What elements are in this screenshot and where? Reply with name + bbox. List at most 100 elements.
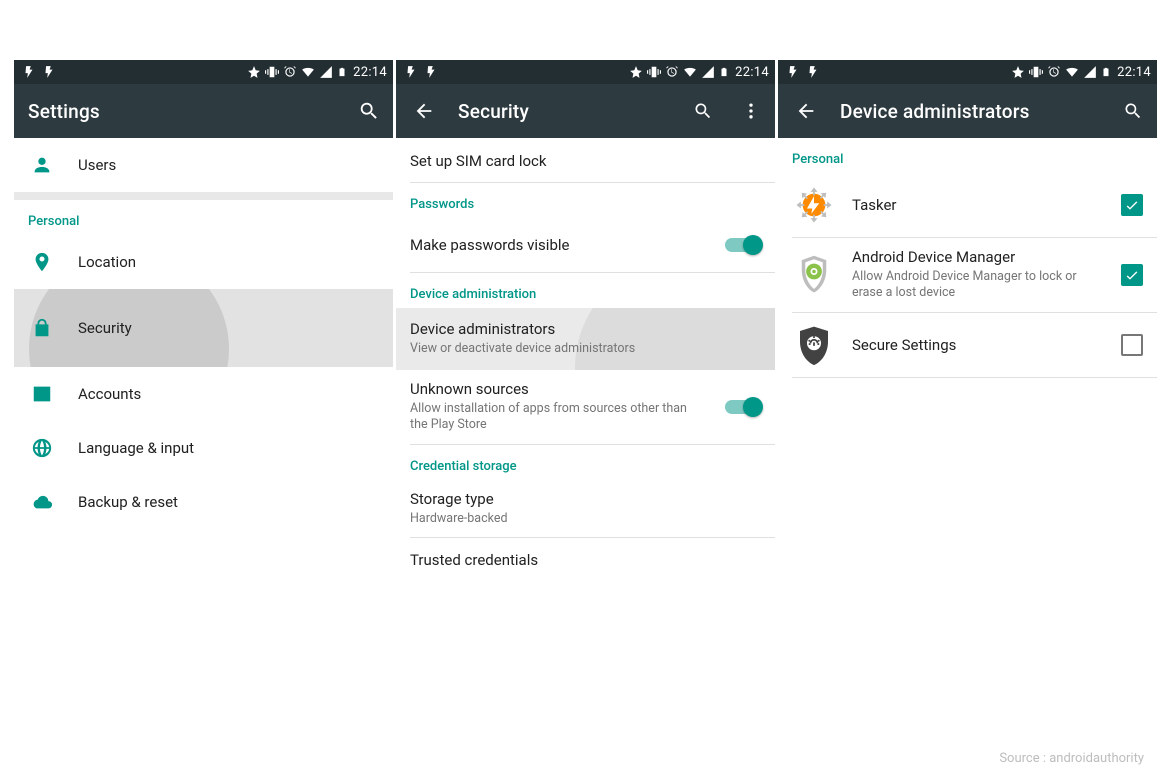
battery-icon (1101, 65, 1111, 79)
status-bar: 22:14 (14, 60, 393, 84)
checkbox-secure-settings[interactable] (1121, 334, 1143, 356)
overflow-button[interactable] (737, 97, 765, 125)
checkbox-adm[interactable] (1121, 264, 1143, 286)
section-header-personal: Personal (778, 138, 1157, 173)
label: Language & input (78, 439, 379, 457)
section-header-personal: Personal (14, 200, 393, 235)
settings-item-language[interactable]: Language & input (14, 421, 393, 475)
label: Trusted credentials (410, 551, 761, 569)
alarm-icon (665, 65, 679, 79)
label: Tasker (852, 196, 1105, 214)
arrow-back-icon (413, 100, 435, 122)
sublabel: Hardware-backed (410, 511, 761, 527)
switch-unknown-sources[interactable] (725, 397, 761, 417)
more-vert-icon (741, 101, 761, 121)
star-icon (1011, 65, 1025, 79)
admin-item-tasker[interactable]: Tasker (778, 173, 1157, 237)
divider (792, 377, 1157, 378)
settings-item-location[interactable]: Location (14, 235, 393, 289)
settings-item-security[interactable]: Security (14, 289, 393, 367)
signal-icon (319, 65, 333, 79)
search-button[interactable] (355, 97, 383, 125)
status-bar: 22:14 (778, 60, 1157, 84)
vibrate-icon (265, 65, 279, 79)
label: Users (78, 156, 379, 174)
section-header-credential: Credential storage (396, 445, 775, 480)
globe-icon (31, 437, 53, 459)
label: Android Device Manager (852, 248, 1105, 266)
item-unknown-sources[interactable]: Unknown sources Allow installation of ap… (396, 370, 775, 444)
screen-settings: 22:14 Settings Users Personal Location S… (13, 60, 393, 670)
signal-icon (1083, 65, 1097, 79)
back-button[interactable] (792, 97, 820, 125)
wifi-icon (683, 65, 697, 79)
screen-security: 22:14 Security Set up SIM card lock Pass… (395, 60, 775, 670)
battery-icon (337, 65, 347, 79)
item-storage-type[interactable]: Storage type Hardware-backed (396, 480, 775, 537)
alarm-icon (1047, 65, 1061, 79)
appbar: Settings (14, 84, 393, 138)
cloud-upload-icon (31, 491, 53, 513)
item-trusted-credentials[interactable]: Trusted credentials (396, 538, 775, 582)
bolt-icon (786, 65, 800, 79)
person-icon (31, 154, 53, 176)
section-header-passwords: Passwords (396, 183, 775, 218)
appbar: Security (396, 84, 775, 138)
bolt-icon (22, 65, 36, 79)
label: Device administrators (410, 320, 761, 338)
settings-item-users[interactable]: Users (14, 138, 393, 192)
signal-icon (701, 65, 715, 79)
page-title: Security (458, 100, 669, 123)
label: Location (78, 253, 379, 271)
label: Unknown sources (410, 380, 703, 398)
label: Accounts (78, 385, 379, 403)
admin-item-adm[interactable]: Android Device Manager Allow Android Dev… (778, 238, 1157, 312)
alarm-icon (283, 65, 297, 79)
search-icon (1123, 101, 1143, 121)
admin-item-secure-settings[interactable]: Secure Settings (778, 313, 1157, 377)
label: Set up SIM card lock (410, 152, 761, 170)
bolt-icon (424, 65, 438, 79)
section-header-device-admin: Device administration (396, 273, 775, 308)
tasker-icon (792, 183, 836, 227)
item-password-visible[interactable]: Make passwords visible (396, 218, 775, 272)
bolt-icon (806, 65, 820, 79)
page-title: Settings (28, 100, 335, 123)
accounts-icon (31, 383, 53, 405)
status-time: 22:14 (735, 65, 769, 80)
vibrate-icon (1029, 65, 1043, 79)
search-button[interactable] (1119, 97, 1147, 125)
settings-item-backup[interactable]: Backup & reset (14, 475, 393, 529)
label: Storage type (410, 490, 761, 508)
wifi-icon (301, 65, 315, 79)
star-icon (247, 65, 261, 79)
arrow-back-icon (795, 100, 817, 122)
item-device-administrators[interactable]: Device administrators View or deactivate… (396, 308, 775, 370)
status-time: 22:14 (1117, 65, 1151, 80)
label: Backup & reset (78, 493, 379, 511)
battery-icon (719, 65, 729, 79)
wifi-icon (1065, 65, 1079, 79)
label: Security (78, 319, 379, 337)
star-icon (629, 65, 643, 79)
checkbox-tasker[interactable] (1121, 194, 1143, 216)
search-icon (693, 101, 713, 121)
location-icon (31, 251, 53, 273)
item-sim-lock[interactable]: Set up SIM card lock (396, 138, 775, 182)
vibrate-icon (647, 65, 661, 79)
switch-password-visible[interactable] (725, 235, 761, 255)
label: Secure Settings (852, 336, 1105, 354)
settings-item-accounts[interactable]: Accounts (14, 367, 393, 421)
search-button[interactable] (689, 97, 717, 125)
search-icon (358, 100, 380, 122)
sublabel: Allow installation of apps from sources … (410, 401, 703, 434)
back-button[interactable] (410, 97, 438, 125)
appbar: Device administrators (778, 84, 1157, 138)
screen-device-administrators: 22:14 Device administrators Personal Tas… (777, 60, 1157, 670)
label: Make passwords visible (410, 236, 703, 254)
sublabel: View or deactivate device administrators (410, 341, 761, 357)
status-bar: 22:14 (396, 60, 775, 84)
divider (14, 192, 393, 200)
source-credit: Source : androidauthority (999, 751, 1144, 766)
lock-icon (31, 317, 53, 339)
